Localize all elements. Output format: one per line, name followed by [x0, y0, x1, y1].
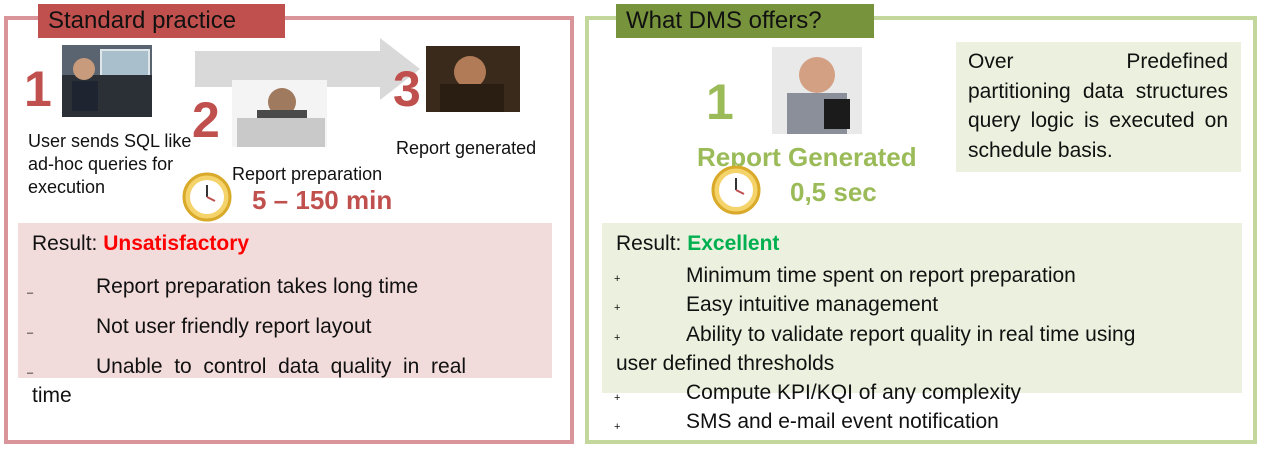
clock-icon [182, 172, 232, 222]
right-list-item: Minimum time spent on report preparation [686, 264, 1076, 287]
step-3-number: 3 [393, 61, 421, 117]
user-at-computer-photo [62, 45, 152, 117]
left-result: Result: Unsatisfactory [32, 232, 249, 256]
dms-description: Over Predefined partitioning data struct… [968, 50, 1228, 162]
frustrated-man-photo [426, 46, 520, 112]
happy-man-tablet-photo [772, 47, 862, 134]
right-list-item: Ability to validate report quality in re… [686, 323, 1136, 346]
list-marker: – [27, 327, 34, 339]
right-result: Result: Excellent [616, 232, 779, 256]
dms-step-1-number: 1 [706, 74, 734, 130]
stressed-person-laptop-photo [232, 80, 327, 147]
step-2-text: Report preparation [232, 164, 383, 184]
right-list-item-tail: user defined thresholds [616, 352, 835, 375]
standard-practice-tab: Standard practice [38, 4, 285, 38]
left-result-value: Unsatisfactory [103, 232, 250, 255]
list-marker: + [614, 302, 621, 314]
dms-offers-tab: What DMS offers? [616, 4, 874, 38]
step-3-text: Report generated [396, 138, 537, 158]
left-list-item-tail: time [32, 384, 72, 407]
list-marker: – [27, 367, 34, 379]
clock-icon [711, 165, 761, 215]
list-marker: + [614, 392, 621, 404]
right-list-item: Compute KPI/KQI of any complexity [686, 381, 1021, 404]
right-list-item: SMS and e-mail event notification [686, 410, 999, 433]
right-duration: 0,5 sec [790, 177, 877, 207]
right-list-item: Easy intuitive management [686, 293, 939, 316]
right-result-label: Result: [616, 232, 682, 255]
step-1-number: 1 [24, 61, 52, 117]
left-list-item: Not user friendly report layout [96, 315, 372, 338]
list-marker: + [614, 421, 621, 433]
left-duration: 5 – 150 min [252, 185, 393, 215]
list-marker: – [27, 287, 34, 299]
step-2-number: 2 [192, 92, 220, 148]
list-marker: + [614, 332, 621, 344]
left-list-item: Unable to control data quality in real [96, 355, 467, 378]
left-list-item: Report preparation takes long time [96, 275, 419, 298]
right-result-value: Excellent [687, 232, 780, 255]
left-result-label: Result: [32, 232, 98, 255]
step-1-text: User sends SQL like ad-hoc queries for e… [28, 131, 192, 197]
list-marker: + [614, 273, 621, 285]
